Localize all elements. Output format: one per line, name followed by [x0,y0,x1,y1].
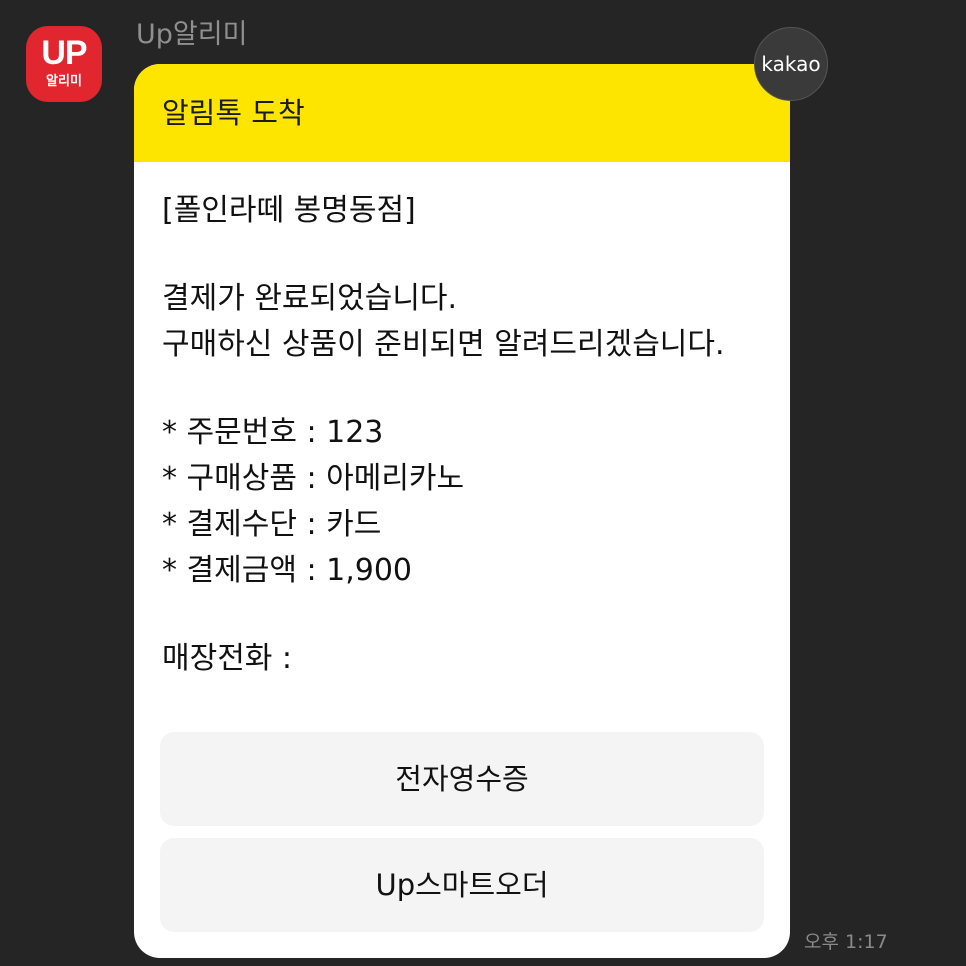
message-body: [폴인라떼 봉명동점] 결제가 완료되었습니다. 구매하신 상품이 준비되면 알… [134,162,790,682]
message-timestamp: 오후 1:17 [804,931,888,953]
up-logo: UP [41,34,87,72]
avatar-subtitle: 알리미 [46,74,82,89]
store-phone: 매장전화 : [162,641,293,676]
e-receipt-button[interactable]: 전자영수증 [160,732,764,826]
chat-screen: UP 알리미 Up알리미 알림톡 도착 [폴인라떼 봉명동점] 결제가 완료되었… [0,0,966,966]
kakao-badge: kakao [754,27,828,101]
message-header: 알림톡 도착 [134,64,790,162]
alimtalk-message-bubble: 알림톡 도착 [폴인라떼 봉명동점] 결제가 완료되었습니다. 구매하신 상품이… [134,64,790,958]
smart-order-button[interactable]: Up스마트오더 [160,838,764,932]
order-number: * 주문번호 : 123 [162,415,384,450]
sender-avatar[interactable]: UP 알리미 [26,26,102,102]
purchased-item: * 구매상품 : 아메리카노 [162,461,465,496]
payment-amount: * 결제금액 : 1,900 [162,553,412,588]
ready-notice-text: 구매하신 상품이 준비되면 알려드리겠습니다. [162,327,725,362]
payment-method: * 결제수단 : 카드 [162,507,382,542]
store-name: [폴인라떼 봉명동점] [162,193,416,228]
sender-name: Up알리미 [136,19,248,50]
payment-complete-text: 결제가 완료되었습니다. [162,281,458,316]
